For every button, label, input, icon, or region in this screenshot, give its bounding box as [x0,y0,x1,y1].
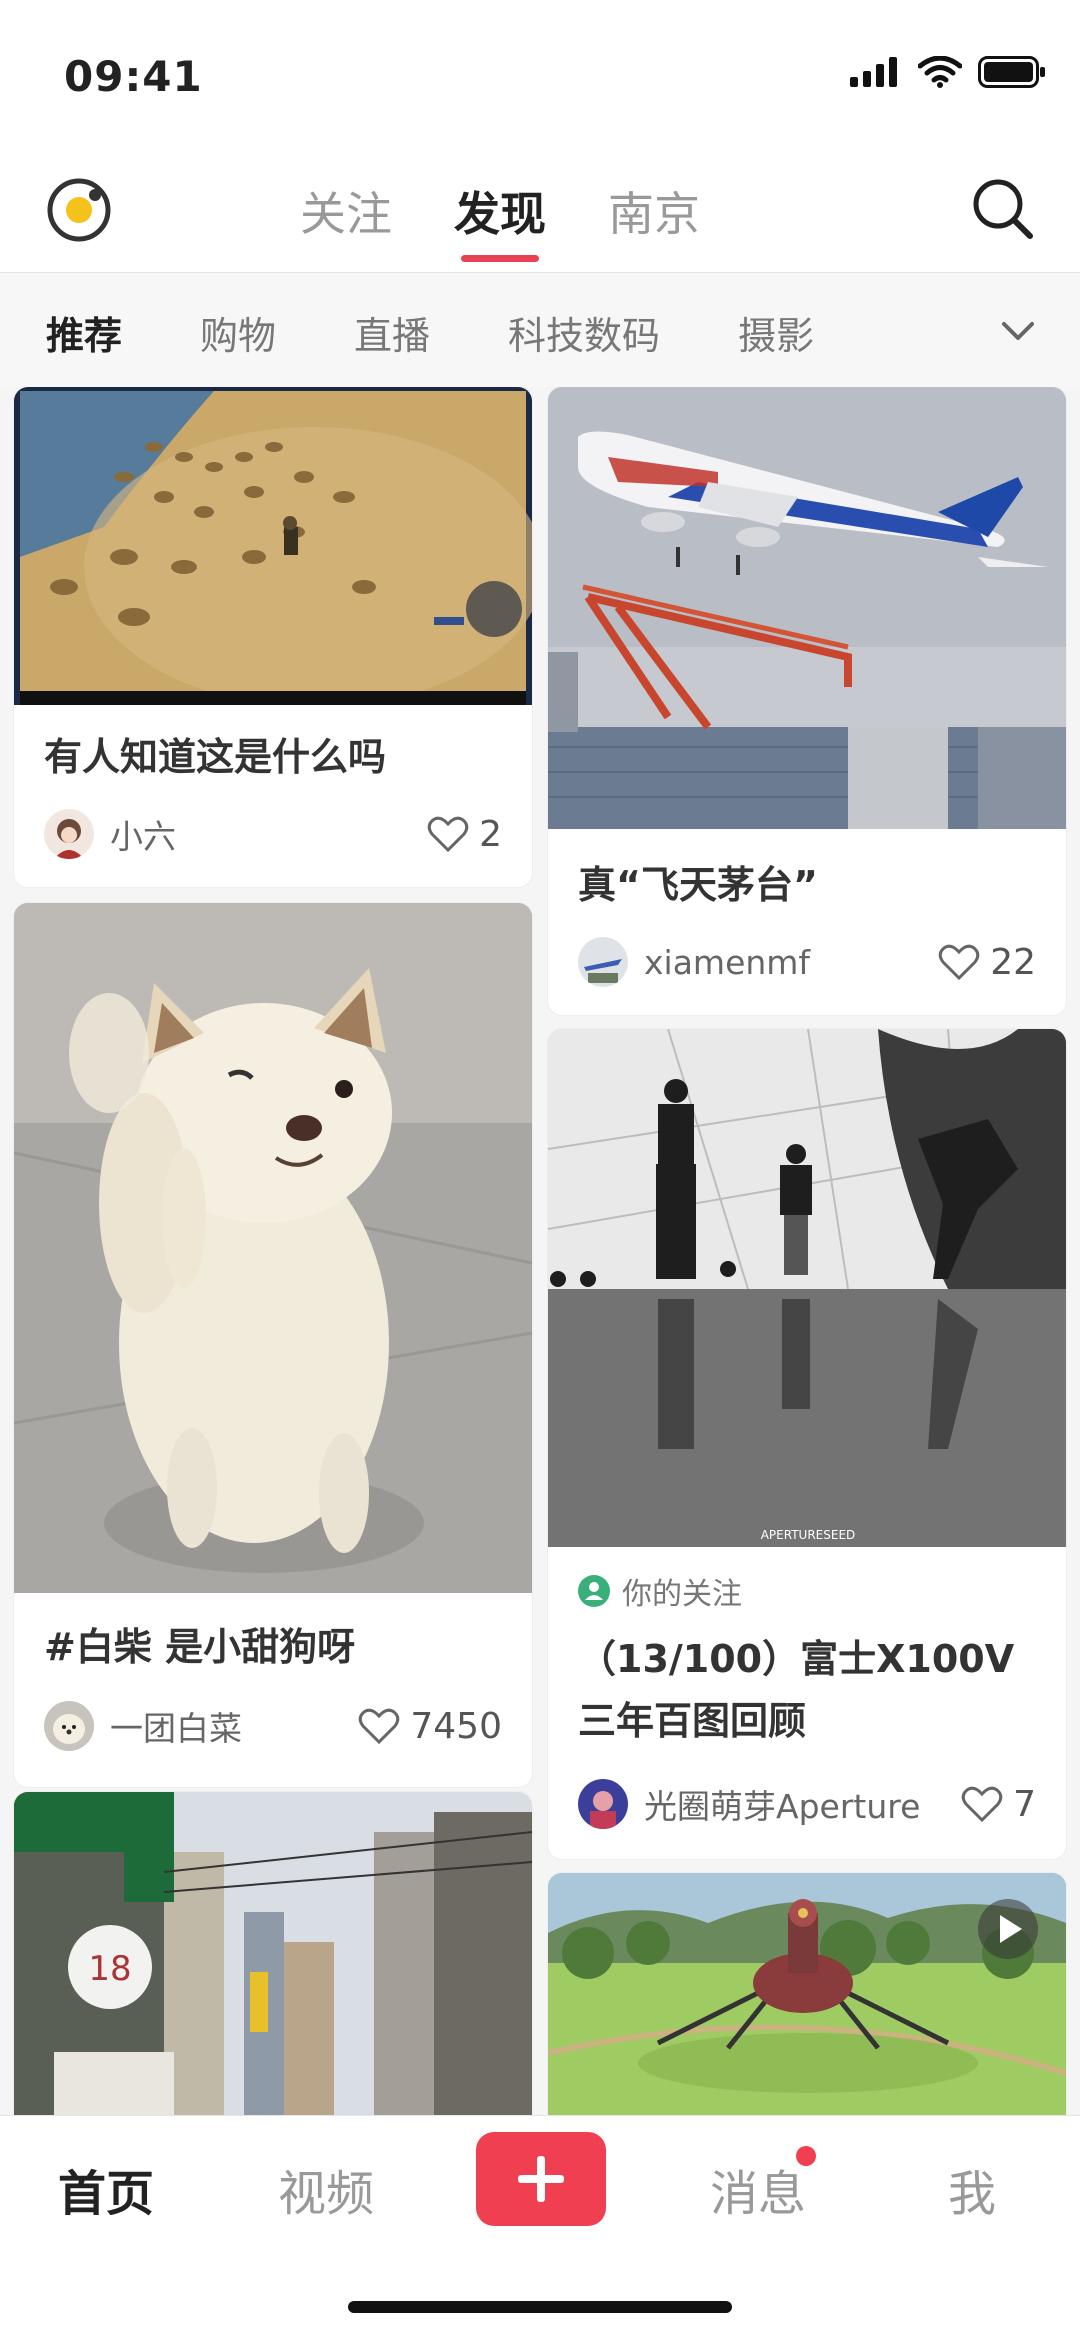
post-title: 真“飞天茅台” [578,863,818,907]
plus-icon [518,2156,564,2202]
post-title-line2: 三年百图回顾 [578,1699,807,1743]
category-photography[interactable]: 摄影 [738,305,814,360]
post-image-street: 18 [14,1792,532,2115]
post-card[interactable]: APERTURESEED 你的关注 （13/100）富士X100V 三年百图回顾… [548,1029,1066,1859]
bottom-tab-messages[interactable]: 消息 [710,2154,806,2224]
like-button[interactable]: 7450 [358,1706,502,1747]
bottom-tab-me[interactable]: 我 [948,2154,996,2224]
post-image-game-desert [14,387,532,705]
status-time: 09:41 [64,52,203,101]
like-count: 2 [479,813,502,855]
category-shopping[interactable]: 购物 [200,305,276,360]
avatar[interactable] [44,809,94,859]
status-bar: 09:41 [0,0,1080,150]
heart-icon [961,1786,1003,1823]
home-indicator [348,2301,732,2313]
like-button[interactable]: 22 [938,942,1036,983]
tab-follow[interactable]: 关注 [300,178,392,262]
post-image-airplane [548,387,1066,829]
post-card[interactable]: 真“飞天茅台” xiamenmf 22 [548,387,1066,1015]
bottom-tab-bar: 首页 视频 消息 我 [0,2115,1080,2340]
avatar[interactable] [578,937,628,987]
category-tech[interactable]: 科技数码 [508,305,660,360]
wifi-icon [918,56,962,88]
post-meta: 光圈萌芽Aperture 7 [578,1775,1036,1833]
author-name[interactable]: 小六 [110,810,415,858]
avatar[interactable] [44,1701,94,1751]
post-title-line1: （13/100）富士X100V [578,1637,1015,1681]
like-count: 22 [990,941,1036,983]
post-image-game-landscape [548,1873,1066,2115]
heart-icon [359,1708,400,1745]
post-meta: 一团白菜 7450 [44,1697,502,1755]
post-meta: xiamenmf 22 [578,933,1036,991]
like-count: 7 [1013,1783,1036,1825]
post-card[interactable] [548,1873,1066,2115]
like-button[interactable]: 7 [961,1784,1036,1825]
category-recommend[interactable]: 推荐 [46,305,122,360]
post-image-shiba [14,903,532,1593]
bottom-tab-home[interactable]: 首页 [58,2154,154,2224]
image-watermark: APERTURESEED [761,1528,856,1542]
feed: 有人知道这是什么吗 小六 2 #白柴 是小甜狗呀 一团白菜 7450 18 真“… [0,387,1080,2115]
street-sign-number: 18 [88,1949,131,1989]
camera-logo-icon[interactable] [44,174,114,244]
post-meta: 小六 2 [44,805,502,863]
post-card[interactable]: 18 [14,1792,532,2115]
author-name[interactable]: 一团白菜 [110,1702,346,1750]
author-name[interactable]: 光圈萌芽Aperture [644,1780,949,1828]
follow-tag-label: 你的关注 [622,1577,742,1612]
tab-nanjing[interactable]: 南京 [608,178,700,262]
category-list: 推荐 购物 直播 科技数码 摄影 [46,305,814,360]
status-icons [850,56,1046,88]
like-count: 7450 [410,1705,502,1747]
bottom-tab-video[interactable]: 视频 [278,2154,374,2224]
avatar[interactable] [578,1779,628,1829]
chevron-down-icon[interactable] [996,309,1040,353]
post-image-dancers: APERTURESEED [548,1029,1066,1547]
notification-dot [796,2146,816,2166]
author-name[interactable]: xiamenmf [644,943,926,982]
top-nav: 关注 发现 南京 [0,150,1080,273]
user-icon [578,1575,610,1607]
publish-button[interactable] [476,2132,606,2226]
post-title: #白柴 是小甜狗呀 [44,1625,356,1669]
battery-icon [978,56,1045,88]
heart-icon [427,816,469,853]
search-icon[interactable] [968,174,1038,244]
post-card[interactable]: 有人知道这是什么吗 小六 2 [14,387,532,887]
post-title: 有人知道这是什么吗 [44,735,387,779]
category-live[interactable]: 直播 [354,305,430,360]
post-card[interactable]: #白柴 是小甜狗呀 一团白菜 7450 [14,903,532,1787]
signal-icon [850,57,897,87]
top-tabs: 关注 发现 南京 [300,178,700,262]
like-button[interactable]: 2 [427,814,502,855]
category-bar: 推荐 购物 直播 科技数码 摄影 [0,273,1080,387]
follow-tag: 你的关注 [578,1569,742,1613]
heart-icon [938,944,980,981]
tab-discover[interactable]: 发现 [454,178,546,262]
